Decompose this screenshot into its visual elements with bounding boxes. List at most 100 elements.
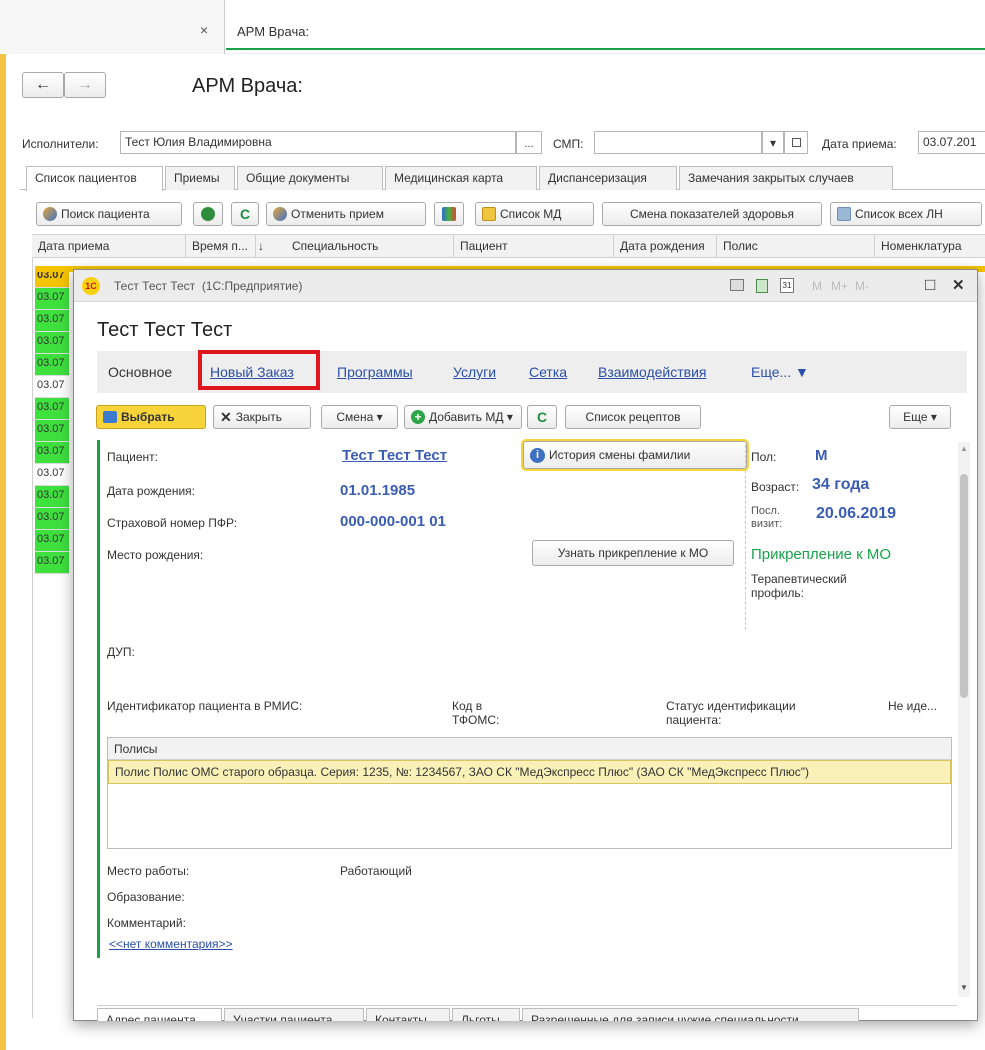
tab-dispensary[interactable]: Диспансеризация: [539, 166, 677, 190]
nav-main[interactable]: Основное: [108, 364, 172, 380]
select-button[interactable]: Выбрать: [96, 405, 206, 429]
executors-label: Исполнители:: [22, 137, 99, 151]
memory-button[interactable]: M: [812, 279, 822, 293]
cancel-reception-button[interactable]: Отменить прием: [266, 202, 426, 226]
scroll-thumb[interactable]: [960, 474, 968, 698]
tab-receptions[interactable]: Приемы: [165, 166, 235, 190]
bottom-tabs: Адрес пациента Участки пациента Контакты…: [97, 1005, 957, 1021]
health-change-button[interactable]: Смена показателей здоровья: [602, 202, 822, 226]
tab-patient-address[interactable]: Адрес пациента: [97, 1008, 222, 1021]
search-patient-button[interactable]: Поиск пациента: [36, 202, 182, 226]
main-tab-bar: Список пациентов Приемы Общие документы …: [20, 166, 985, 191]
table-row[interactable]: 03.07: [35, 332, 69, 354]
table-row[interactable]: 03.07: [35, 354, 69, 376]
sex-label: Пол:: [751, 450, 777, 464]
smp-field[interactable]: [594, 131, 762, 154]
maximize-icon[interactable]: □: [925, 275, 935, 295]
nav-programs[interactable]: Программы: [337, 364, 413, 380]
scroll-up-icon[interactable]: ▲: [960, 444, 968, 453]
window-tab-bar: × АРМ Врача:: [0, 0, 985, 54]
smp-open-icon[interactable]: [784, 131, 808, 154]
plus-circle-icon: +: [411, 410, 425, 424]
window-tab-label[interactable]: АРМ Врача:: [237, 24, 309, 39]
recipes-button[interactable]: Список рецептов: [565, 405, 701, 429]
birth-date-label: Дата рождения:: [107, 484, 195, 498]
smp-dropdown-button[interactable]: ▾: [762, 131, 784, 154]
table-row[interactable]: 03.07: [35, 552, 69, 574]
pfr-label: Страховой номер ПФР:: [107, 516, 238, 530]
attach-mo-button[interactable]: Узнать прикрепление к МО: [532, 540, 734, 566]
reception-date-label: Дата приема:: [822, 137, 897, 151]
active-tab-underline: [226, 48, 985, 50]
table-row[interactable]: 03.07: [35, 310, 69, 332]
nav-interactions[interactable]: Взаимодействия: [598, 364, 707, 380]
scroll-down-icon[interactable]: ▼: [960, 983, 968, 992]
policy-row[interactable]: Полис Полис ОМС старого образца. Серия: …: [108, 760, 951, 784]
more-dropdown[interactable]: Еще ▾: [889, 405, 951, 429]
memory-minus-button[interactable]: M-: [855, 279, 869, 293]
close-x-icon: ✕: [220, 408, 232, 425]
name-history-button[interactable]: i История смены фамилии: [521, 439, 749, 471]
user-cancel-icon: [273, 207, 287, 221]
print-icon[interactable]: [730, 279, 744, 291]
shift-dropdown[interactable]: Смена ▾: [321, 405, 398, 429]
table-row[interactable]: 03.07: [35, 530, 69, 552]
tab-contacts[interactable]: Контакты: [366, 1008, 450, 1021]
last-visit-label-2: визит:: [751, 518, 783, 530]
1c-logo-icon: 1С: [82, 277, 100, 295]
close-icon[interactable]: ✕: [952, 276, 965, 294]
refresh-button[interactable]: C: [231, 202, 259, 226]
col-specialty[interactable]: Специальность: [286, 235, 454, 257]
table-row[interactable]: 03.07: [35, 486, 69, 508]
table-row[interactable]: 03.07: [35, 376, 69, 398]
table-row[interactable]: 03.07: [35, 442, 69, 464]
dialog-scrollbar[interactable]: ▲ ▼: [958, 442, 970, 997]
close-button[interactable]: ✕ Закрыть: [213, 405, 311, 429]
forward-button[interactable]: →: [64, 72, 106, 98]
executors-field[interactable]: Тест Юлия Владимировна: [120, 131, 516, 154]
dialog-refresh-button[interactable]: C: [527, 405, 557, 429]
nav-services[interactable]: Услуги: [453, 364, 496, 380]
table-row[interactable]: 03.07: [35, 508, 69, 530]
col-nomenclature[interactable]: Номенклатура: [875, 235, 985, 257]
comment-label: Комментарий:: [107, 916, 186, 930]
page-title: АРМ Врача:: [192, 75, 303, 97]
swap-button[interactable]: [193, 202, 223, 226]
tab-general-docs[interactable]: Общие документы: [237, 166, 383, 190]
patient-label: Пациент:: [107, 450, 159, 464]
reception-date-field[interactable]: 03.07.201: [918, 131, 985, 154]
executors-select-button[interactable]: ...: [516, 131, 542, 154]
age-value: 34 года: [812, 476, 870, 493]
col-reception-date[interactable]: Дата приема: [32, 235, 186, 257]
calculator-icon[interactable]: [756, 279, 768, 293]
table-row[interactable]: 03.07: [35, 288, 69, 310]
ln-list-button[interactable]: Список всех ЛН: [830, 202, 982, 226]
col-birth-date[interactable]: Дата рождения: [614, 235, 717, 257]
tab-benefits[interactable]: Льготы: [452, 1008, 520, 1021]
sort-button[interactable]: [434, 202, 464, 226]
nav-more[interactable]: Еще... ▼: [751, 364, 809, 380]
tab-allowed-specialties[interactable]: Разрешенные для записи чужие специальнос…: [522, 1008, 859, 1021]
nav-grid[interactable]: Сетка: [529, 364, 567, 380]
tab-medical-card[interactable]: Медицинская карта: [385, 166, 537, 190]
col-policy[interactable]: Полис: [717, 235, 875, 257]
col-time[interactable]: Время п...: [186, 235, 256, 257]
col-patient[interactable]: Пациент: [454, 235, 614, 257]
comment-link[interactable]: <<нет комментария>>: [109, 937, 233, 951]
tab-patient-sites[interactable]: Участки пациента: [224, 1008, 364, 1021]
add-md-dropdown[interactable]: + Добавить МД ▾: [404, 405, 522, 429]
tab-patient-list[interactable]: Список пациентов: [26, 166, 163, 191]
patient-name-link[interactable]: Тест Тест Тест: [342, 447, 447, 464]
window-left-accent: [0, 54, 6, 1050]
table-row[interactable]: 03.07: [35, 464, 69, 486]
tab-close-icon[interactable]: ×: [200, 22, 208, 38]
calendar-icon[interactable]: 31: [780, 278, 794, 293]
memory-plus-button[interactable]: M+: [831, 279, 848, 293]
md-list-button[interactable]: Список МД: [475, 202, 594, 226]
table-row[interactable]: 03.07: [35, 420, 69, 442]
tab-closed-cases[interactable]: Замечания закрытых случаев: [679, 166, 893, 190]
last-visit-value: 20.06.2019: [816, 505, 897, 522]
back-button[interactable]: ←: [22, 72, 64, 98]
table-row[interactable]: 03.07: [35, 398, 69, 420]
birth-date-value: 01.01.1985: [340, 482, 416, 499]
